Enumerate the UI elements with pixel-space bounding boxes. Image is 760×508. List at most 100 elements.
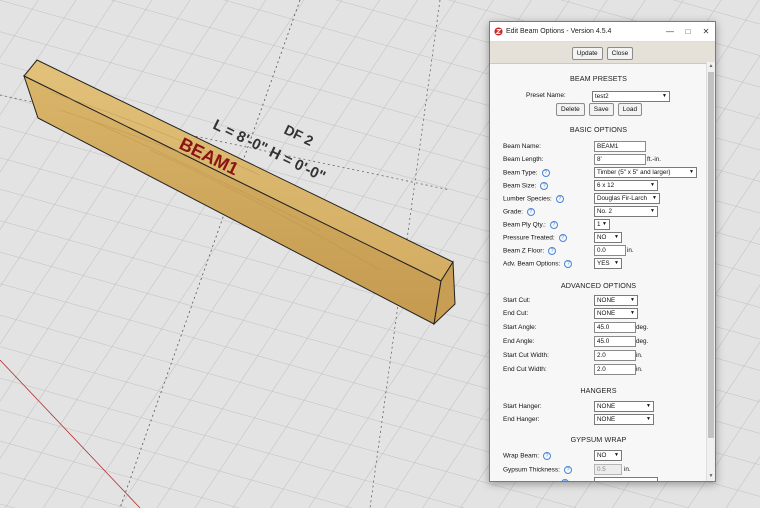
end-hanger-label: End Hanger:	[503, 416, 540, 423]
gypsum-thickness-row: Gypsum Thickness:?	[503, 466, 572, 474]
pressure-row: Pressure Treated:?	[503, 234, 567, 242]
lumber-species-select[interactable]: Douglas Fir-Larch ▼	[594, 193, 660, 204]
ply-select[interactable]: 1 ▼	[594, 219, 610, 230]
section-title-presets: BEAM PRESETS	[569, 74, 628, 83]
end-cut-select[interactable]: NONE ▼	[594, 308, 638, 319]
minimize-icon[interactable]: —	[661, 22, 679, 41]
help-icon[interactable]: ?	[558, 234, 567, 242]
ply-value: 1	[597, 221, 601, 228]
pressure-value: NO	[597, 234, 607, 241]
scrollbar-thumb[interactable]	[708, 72, 714, 438]
chevron-down-icon: ▼	[614, 260, 619, 266]
help-icon[interactable]: ?	[563, 466, 572, 474]
end-cut-value: NONE	[597, 310, 616, 317]
end-cut-label: End Cut:	[503, 310, 529, 317]
end-hanger-select[interactable]: NONE ▼	[594, 414, 654, 425]
beam-name-input[interactable]: BEAM1	[594, 141, 646, 152]
scroll-down-icon[interactable]: ▼	[707, 472, 715, 481]
beam-length-input[interactable]: 8'	[594, 154, 646, 165]
beam-size-select[interactable]: 6 x 12 ▼	[594, 180, 658, 191]
gypsum-thickness-label: Gypsum Thickness:	[503, 466, 560, 474]
end-cut-width-unit: in.	[636, 366, 643, 373]
help-icon[interactable]: ?	[526, 208, 535, 216]
start-cut-width-unit: in.	[636, 352, 643, 359]
help-icon[interactable]: ?	[555, 195, 564, 203]
chevron-down-icon: ▼	[646, 403, 651, 409]
help-icon[interactable]: ?	[564, 260, 573, 268]
section-title-basic: BASIC OPTIONS	[569, 125, 628, 134]
preset-buttons: Delete Save Load	[556, 103, 643, 116]
chevron-down-icon: ▼	[650, 182, 655, 188]
help-icon[interactable]: ?	[541, 169, 550, 177]
close-window-icon[interactable]: ✕	[697, 22, 715, 41]
load-preset-button[interactable]: Load	[617, 103, 643, 116]
pressure-label: Pressure Treated:	[503, 234, 555, 242]
chevron-down-icon: ▼	[652, 195, 657, 201]
start-hanger-select[interactable]: NONE ▼	[594, 401, 654, 412]
maximize-icon[interactable]: □	[679, 22, 697, 41]
app-icon	[494, 27, 503, 36]
chevron-down-icon: ▼	[614, 234, 619, 240]
vertical-scrollbar[interactable]: ▲ ▼	[706, 62, 715, 481]
preset-name-value: test2	[595, 93, 609, 100]
adv-select[interactable]: YES ▼	[594, 258, 622, 269]
close-button[interactable]: Close	[606, 47, 634, 60]
gypsum-thickness-input[interactable]: 0.5	[594, 464, 622, 475]
adv-label: Adv. Beam Options:	[503, 260, 561, 268]
top-button-bar: Update Close	[490, 42, 715, 64]
start-cut-label: Start Cut:	[503, 297, 531, 304]
ply-label: Beam Ply Qty.:	[503, 221, 546, 229]
preset-name-select[interactable]: test2 ▼	[592, 91, 670, 102]
ply-row: Beam Ply Qty.:?	[503, 221, 558, 229]
help-icon[interactable]: ?	[540, 182, 549, 190]
start-cut-width-label: Start Cut Width:	[503, 352, 549, 359]
chevron-down-icon: ▼	[630, 297, 635, 303]
beam-type-value: Timber (5" x 5" and larger)	[597, 169, 671, 176]
save-preset-button[interactable]: Save	[588, 103, 614, 116]
start-angle-label: Start Angle:	[503, 324, 537, 331]
start-cut-value: NONE	[597, 297, 616, 304]
gypsum-material-select-partial[interactable]	[594, 477, 658, 481]
beam-name-label: Beam Name:	[503, 143, 541, 150]
chevron-down-icon: ▼	[662, 93, 667, 99]
wrap-beam-select[interactable]: NO ▼	[594, 450, 622, 461]
end-cut-width-input[interactable]: 2.0	[594, 364, 636, 375]
help-icon[interactable]: ?	[548, 247, 557, 255]
lumber-species-label: Lumber Species:	[503, 195, 552, 203]
delete-preset-button[interactable]: Delete	[556, 103, 585, 116]
adv-value: YES	[597, 260, 610, 267]
start-cut-width-input[interactable]: 2.0	[594, 350, 636, 361]
edit-beam-options-window[interactable]: Edit Beam Options - Version 4.5.4 — □ ✕ …	[489, 21, 716, 482]
window-titlebar[interactable]: Edit Beam Options - Version 4.5.4 — □ ✕	[490, 22, 715, 42]
zfloor-input[interactable]: 0.0	[594, 245, 626, 256]
update-button[interactable]: Update	[571, 47, 603, 60]
lumber-species-value: Douglas Fir-Larch	[597, 195, 648, 202]
help-icon[interactable]: ?	[561, 479, 569, 481]
scroll-up-icon[interactable]: ▲	[707, 62, 715, 71]
zfloor-row: Beam Z Floor:?	[503, 247, 557, 255]
end-angle-input[interactable]: 45.0	[594, 336, 636, 347]
beam-size-label: Beam Size:	[503, 182, 537, 190]
beam-type-select[interactable]: Timber (5" x 5" and larger) ▼	[594, 167, 697, 178]
pressure-select[interactable]: NO ▼	[594, 232, 622, 243]
section-title-gypsum: GYPSUM WRAP	[570, 435, 627, 444]
gypsum-thickness-unit: in.	[624, 466, 631, 473]
help-icon[interactable]: ?	[543, 452, 552, 460]
lumber-species-row: Lumber Species:?	[503, 195, 564, 203]
grade-value: No. 2	[597, 208, 613, 215]
gypsum-material-row-partial: ?	[503, 479, 569, 481]
chevron-down-icon: ▼	[646, 416, 651, 422]
section-title-advanced: ADVANCED OPTIONS	[560, 281, 637, 290]
wrap-beam-value: NO	[597, 452, 607, 459]
chevron-down-icon: ▼	[602, 221, 607, 227]
start-cut-select[interactable]: NONE ▼	[594, 295, 638, 306]
chevron-down-icon: ▼	[689, 169, 694, 175]
wrap-beam-row: Wrap Beam:?	[503, 452, 552, 460]
chevron-down-icon: ▼	[650, 208, 655, 214]
help-icon[interactable]: ?	[549, 221, 558, 229]
grade-select[interactable]: No. 2 ▼	[594, 206, 658, 217]
window-title: Edit Beam Options - Version 4.5.4	[506, 28, 612, 35]
start-angle-input[interactable]: 45.0	[594, 322, 636, 333]
adv-row: Adv. Beam Options:?	[503, 260, 573, 268]
zfloor-unit: in.	[627, 247, 634, 254]
